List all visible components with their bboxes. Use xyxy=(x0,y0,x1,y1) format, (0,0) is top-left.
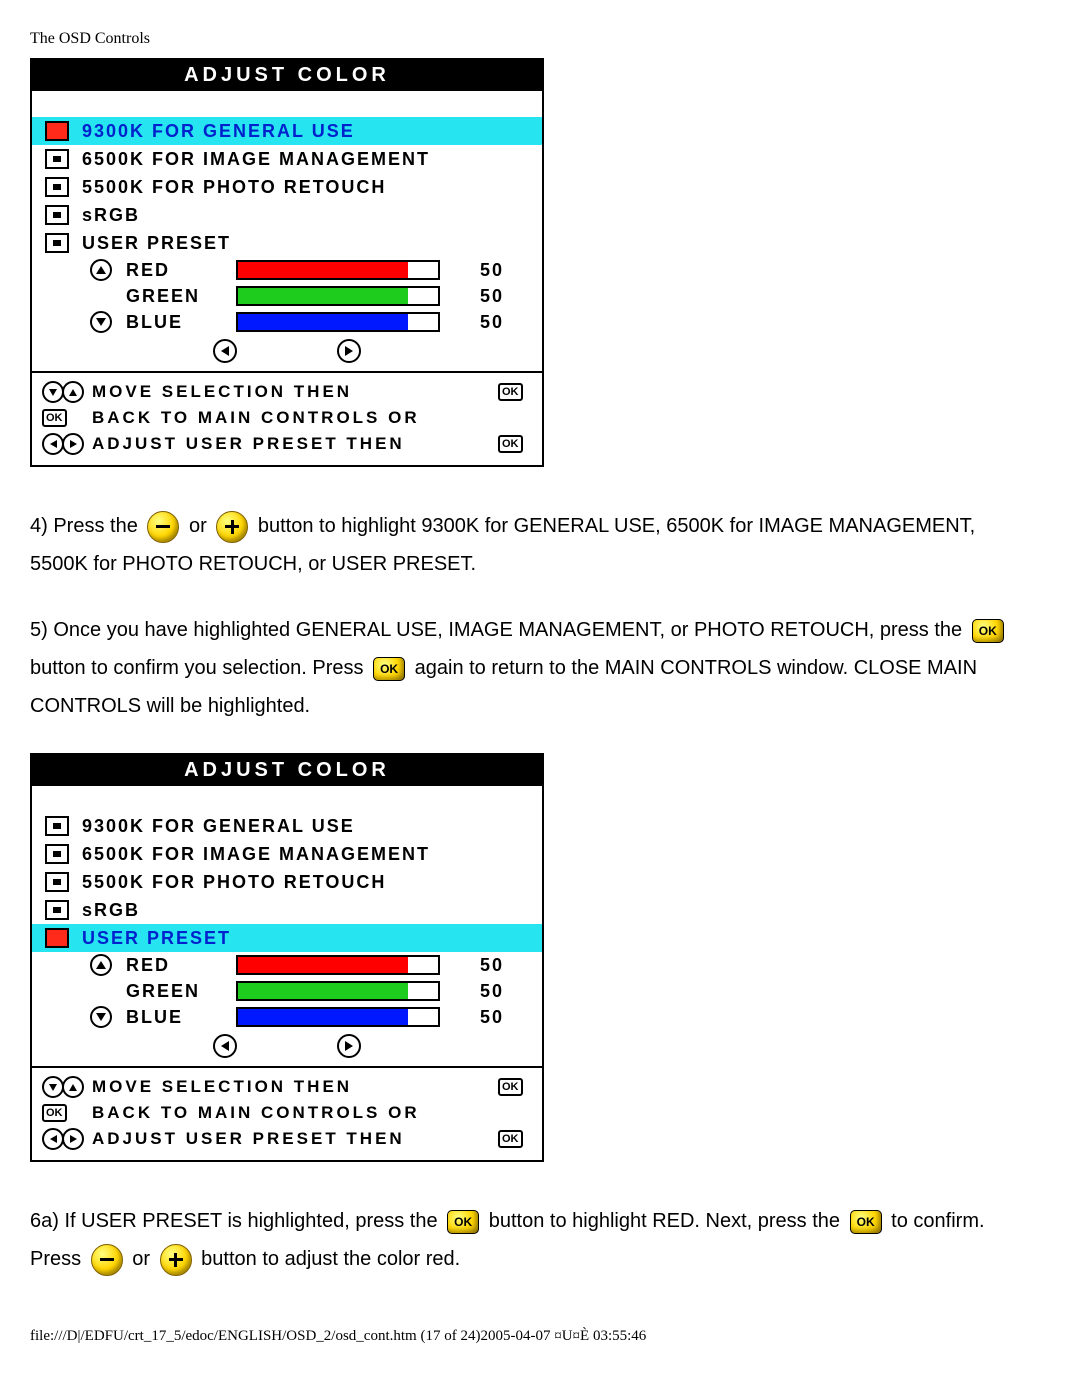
preset-icon xyxy=(45,844,69,864)
minus-button-icon xyxy=(147,511,179,543)
left-arrow-icon xyxy=(42,1128,64,1150)
preset-icon xyxy=(45,205,69,225)
up-arrow-icon xyxy=(90,259,112,281)
preset-icon xyxy=(45,900,69,920)
menu-item-srgb[interactable]: sRGB xyxy=(32,201,542,229)
up-arrow-icon xyxy=(90,954,112,976)
plus-button-icon xyxy=(160,1244,192,1276)
preset-icon xyxy=(45,233,69,253)
ok-icon: OK xyxy=(498,383,523,401)
osd-panel-2: ADJUST COLOR 9300K FOR GENERAL USE 6500K… xyxy=(30,753,544,1162)
osd-panel-1: ADJUST COLOR 9300K FOR GENERAL USE 6500K… xyxy=(30,58,544,467)
left-arrow-icon[interactable] xyxy=(213,339,237,363)
color-row-green: GREEN 50 xyxy=(40,978,534,1004)
color-row-red: RED 50 xyxy=(40,257,534,283)
preset-icon xyxy=(45,121,69,141)
color-row-blue: BLUE 50 xyxy=(40,1004,534,1030)
ok-icon: OK xyxy=(498,1078,523,1096)
menu-item-5500k[interactable]: 5500K FOR PHOTO RETOUCH xyxy=(32,173,542,201)
down-arrow-icon xyxy=(90,311,112,333)
left-arrow-icon[interactable] xyxy=(213,1034,237,1058)
ok-icon: OK xyxy=(498,1130,523,1148)
color-row-blue: BLUE 50 xyxy=(40,309,534,335)
color-row-red: RED 50 xyxy=(40,952,534,978)
osd-hints: MOVE SELECTION THEN OK OK BACK TO MAIN C… xyxy=(32,373,542,465)
menu-item-user-preset[interactable]: USER PRESET xyxy=(32,229,542,257)
osd-title: ADJUST COLOR xyxy=(32,755,542,786)
right-arrow-icon[interactable] xyxy=(337,1034,361,1058)
green-bar[interactable] xyxy=(236,981,440,1001)
ok-icon: OK xyxy=(498,435,523,453)
ok-button-icon: OK xyxy=(850,1210,882,1234)
menu-item-9300k[interactable]: 9300K FOR GENERAL USE xyxy=(32,812,542,840)
right-arrow-icon xyxy=(62,433,84,455)
preset-icon xyxy=(45,816,69,836)
preset-icon xyxy=(45,928,69,948)
ok-icon: OK xyxy=(42,409,67,427)
up-arrow-icon xyxy=(62,381,84,403)
minus-button-icon xyxy=(91,1244,123,1276)
ok-button-icon: OK xyxy=(972,619,1004,643)
down-arrow-icon xyxy=(42,1076,64,1098)
down-arrow-icon xyxy=(42,381,64,403)
right-arrow-icon xyxy=(62,1128,84,1150)
right-arrow-icon[interactable] xyxy=(337,339,361,363)
step-4-text: 4) Press the or button to highlight 9300… xyxy=(30,507,1030,725)
red-bar[interactable] xyxy=(236,260,440,280)
menu-item-srgb[interactable]: sRGB xyxy=(32,896,542,924)
page-footer: file:///D|/EDFU/crt_17_5/edoc/ENGLISH/OS… xyxy=(30,1328,1050,1345)
preset-icon xyxy=(45,177,69,197)
blue-bar[interactable] xyxy=(236,312,440,332)
step-6a-text: 6a) If USER PRESET is highlighted, press… xyxy=(30,1202,1030,1278)
menu-item-user-preset[interactable]: USER PRESET xyxy=(32,924,542,952)
plus-button-icon xyxy=(216,511,248,543)
osd-hints: MOVE SELECTION THEN OK OK BACK TO MAIN C… xyxy=(32,1068,542,1160)
menu-item-5500k[interactable]: 5500K FOR PHOTO RETOUCH xyxy=(32,868,542,896)
blue-bar[interactable] xyxy=(236,1007,440,1027)
menu-item-6500k[interactable]: 6500K FOR IMAGE MANAGEMENT xyxy=(32,145,542,173)
menu-item-9300k[interactable]: 9300K FOR GENERAL USE xyxy=(32,117,542,145)
osd-title: ADJUST COLOR xyxy=(32,60,542,91)
red-bar[interactable] xyxy=(236,955,440,975)
ok-button-icon: OK xyxy=(447,1210,479,1234)
color-row-green: GREEN 50 xyxy=(40,283,534,309)
ok-button-icon: OK xyxy=(373,657,405,681)
left-arrow-icon xyxy=(42,433,64,455)
preset-icon xyxy=(45,872,69,892)
ok-icon: OK xyxy=(42,1104,67,1122)
page-title: The OSD Controls xyxy=(30,30,1050,48)
up-arrow-icon xyxy=(62,1076,84,1098)
down-arrow-icon xyxy=(90,1006,112,1028)
menu-item-6500k[interactable]: 6500K FOR IMAGE MANAGEMENT xyxy=(32,840,542,868)
preset-icon xyxy=(45,149,69,169)
green-bar[interactable] xyxy=(236,286,440,306)
